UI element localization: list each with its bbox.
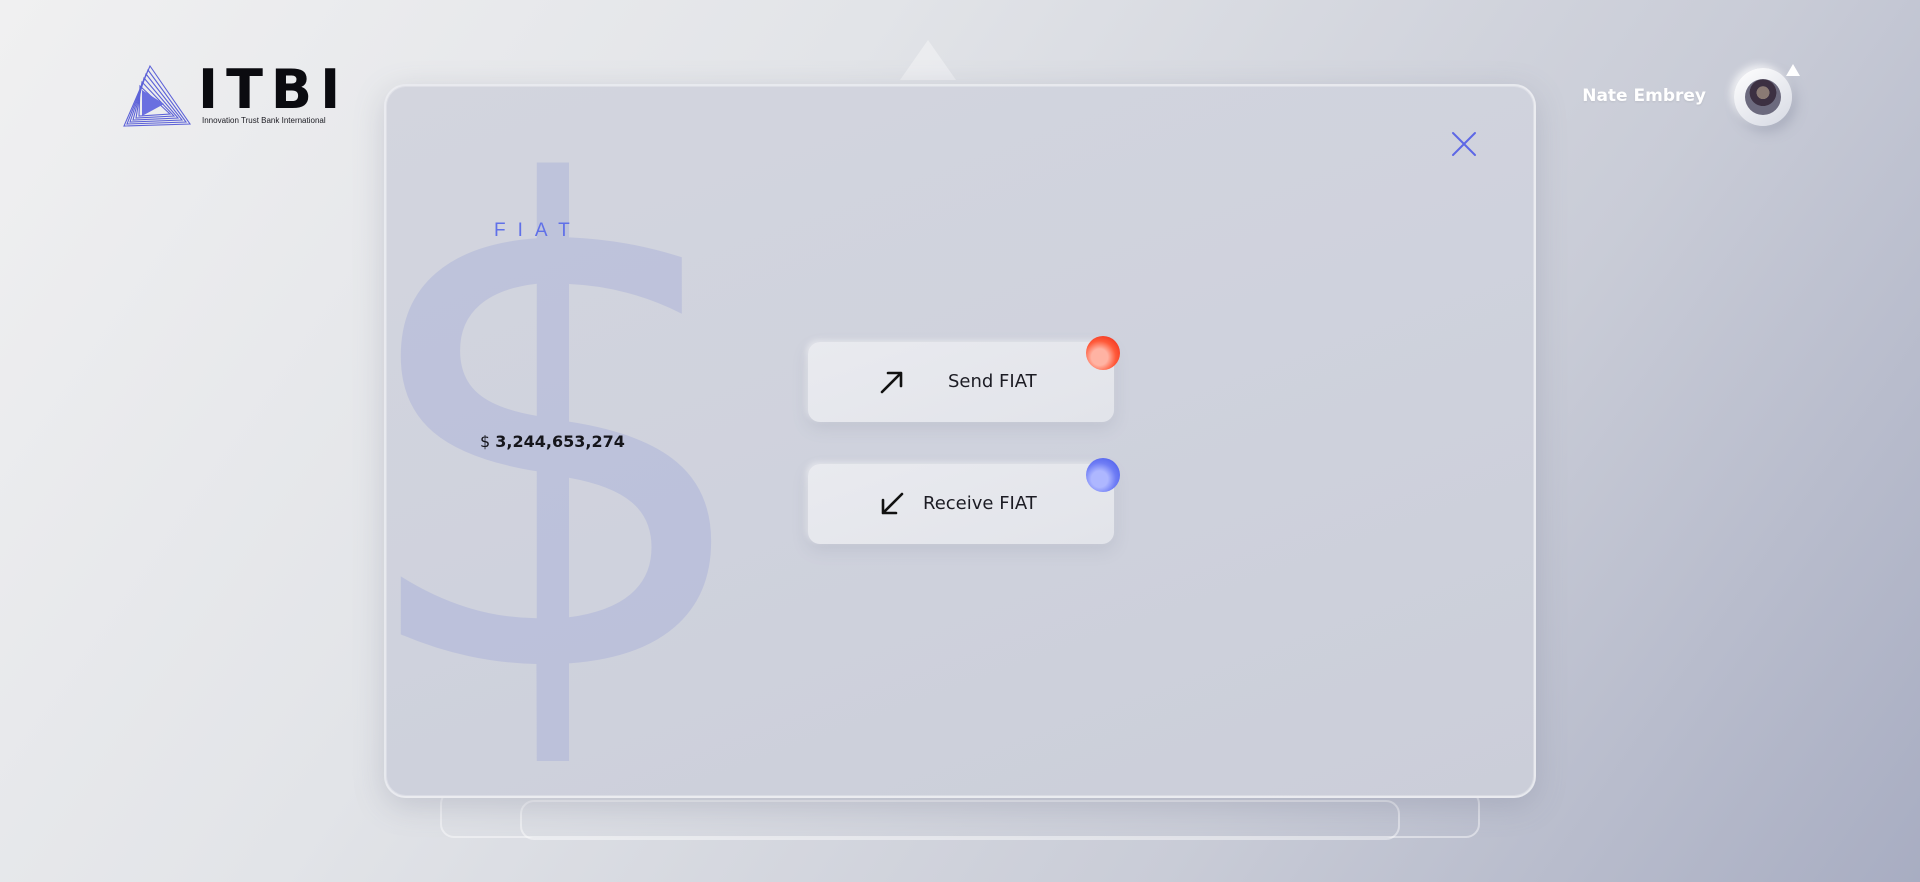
send-fiat-button[interactable]: Send FIAT (808, 336, 1120, 422)
balance-value: 3,244,653,274 (495, 432, 625, 451)
notification-triangle-icon[interactable] (1786, 64, 1800, 76)
avatar-button[interactable] (1734, 68, 1792, 126)
avatar (1745, 79, 1781, 115)
balance: $ 3,244,653,274 (480, 432, 625, 451)
arrow-down-left-icon (881, 492, 904, 515)
close-icon[interactable] (1450, 130, 1478, 158)
receive-indicator-dot (1086, 458, 1120, 492)
user-menu[interactable]: Nate Embrey (1540, 62, 1800, 132)
triangle-play-logo-icon (123, 64, 192, 127)
send-indicator-dot (1086, 336, 1120, 370)
brand-tagline: Innovation Trust Bank International (202, 116, 326, 125)
receive-fiat-button[interactable]: Receive FIAT (808, 458, 1120, 544)
background-shape (520, 800, 1400, 840)
brand-logo[interactable]: ITBI Innovation Trust Bank International (122, 58, 352, 128)
send-fiat-label: Send FIAT (948, 371, 1037, 392)
panel-title: FIAT (494, 220, 582, 241)
arrow-up-right-icon (880, 371, 903, 394)
fiat-panel: $ FIAT $ 3,244,653,274 Send FIAT Receive… (384, 84, 1536, 798)
user-name: Nate Embrey (1582, 86, 1706, 106)
balance-currency: $ (480, 432, 491, 451)
background-triangle (900, 40, 956, 80)
brand-name: ITBI (198, 58, 349, 121)
receive-fiat-label: Receive FIAT (923, 493, 1037, 514)
